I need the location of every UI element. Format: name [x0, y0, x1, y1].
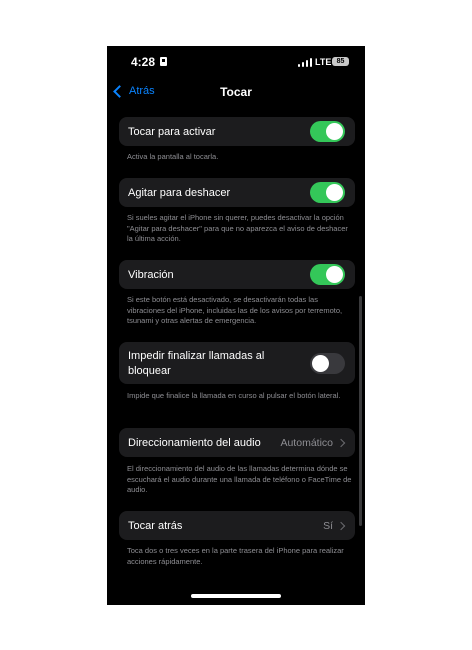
toggle-switch[interactable]	[310, 352, 345, 374]
chevron-right-icon	[336, 438, 346, 447]
page-title: Tocar	[220, 85, 252, 99]
home-indicator[interactable]	[191, 594, 281, 598]
toggle-knob	[326, 123, 343, 140]
toggle-knob	[312, 354, 329, 372]
lock-icon	[160, 57, 167, 66]
status-time: 4:28	[131, 55, 156, 69]
signal-bars-icon	[298, 58, 312, 67]
settings-row[interactable]: Tocar atrás Sí	[119, 511, 355, 540]
setting-footer: El direccionamiento del audio de las lla…	[127, 464, 352, 494]
network-type: LTE	[315, 57, 332, 67]
settings-row: Vibración	[119, 260, 355, 289]
setting-label: Direccionamiento del audio	[128, 437, 261, 449]
navigation-bar: Atrás Tocar	[107, 78, 365, 104]
setting-footer: Si sueles agitar el iPhone sin querer, p…	[127, 213, 348, 243]
setting-value: Sí	[323, 519, 333, 532]
toggle-switch[interactable]	[310, 121, 345, 142]
settings-row: Impedir finalizar llamadas al bloquear	[119, 342, 355, 384]
phone-screen: 4:28 LTE 85 Atrás Tocar Tocar para activ…	[107, 46, 365, 605]
toggle-switch[interactable]	[310, 264, 345, 285]
setting-label: Vibración	[128, 269, 174, 281]
status-bar: 4:28 LTE 85	[107, 46, 365, 76]
settings-row[interactable]: Direccionamiento del audio Automático	[119, 428, 355, 457]
toggle-knob	[326, 266, 343, 283]
toggle-knob	[326, 184, 343, 201]
setting-label: Tocar atrás	[128, 520, 183, 532]
scrollbar[interactable]	[359, 296, 362, 526]
chevron-right-icon	[336, 521, 346, 530]
setting-label: Tocar para activar	[128, 126, 216, 138]
settings-row: Tocar para activar	[119, 117, 355, 146]
setting-label: Impedir finalizar llamadas al bloquear	[128, 350, 265, 377]
setting-footer: Impide que finalice la llamada en curso …	[127, 391, 341, 400]
setting-footer: Toca dos o tres veces en la parte traser…	[127, 546, 344, 566]
toggle-switch[interactable]	[310, 182, 345, 203]
setting-label: Agitar para deshacer	[128, 187, 231, 199]
setting-footer: Activa la pantalla al tocarla.	[127, 152, 219, 161]
settings-row: Agitar para deshacer	[119, 178, 355, 207]
battery-level: 85	[336, 58, 345, 65]
battery-icon: 85	[332, 57, 349, 66]
setting-value: Automático	[280, 436, 333, 449]
setting-footer: Si este botón está desactivado, se desac…	[127, 295, 343, 325]
